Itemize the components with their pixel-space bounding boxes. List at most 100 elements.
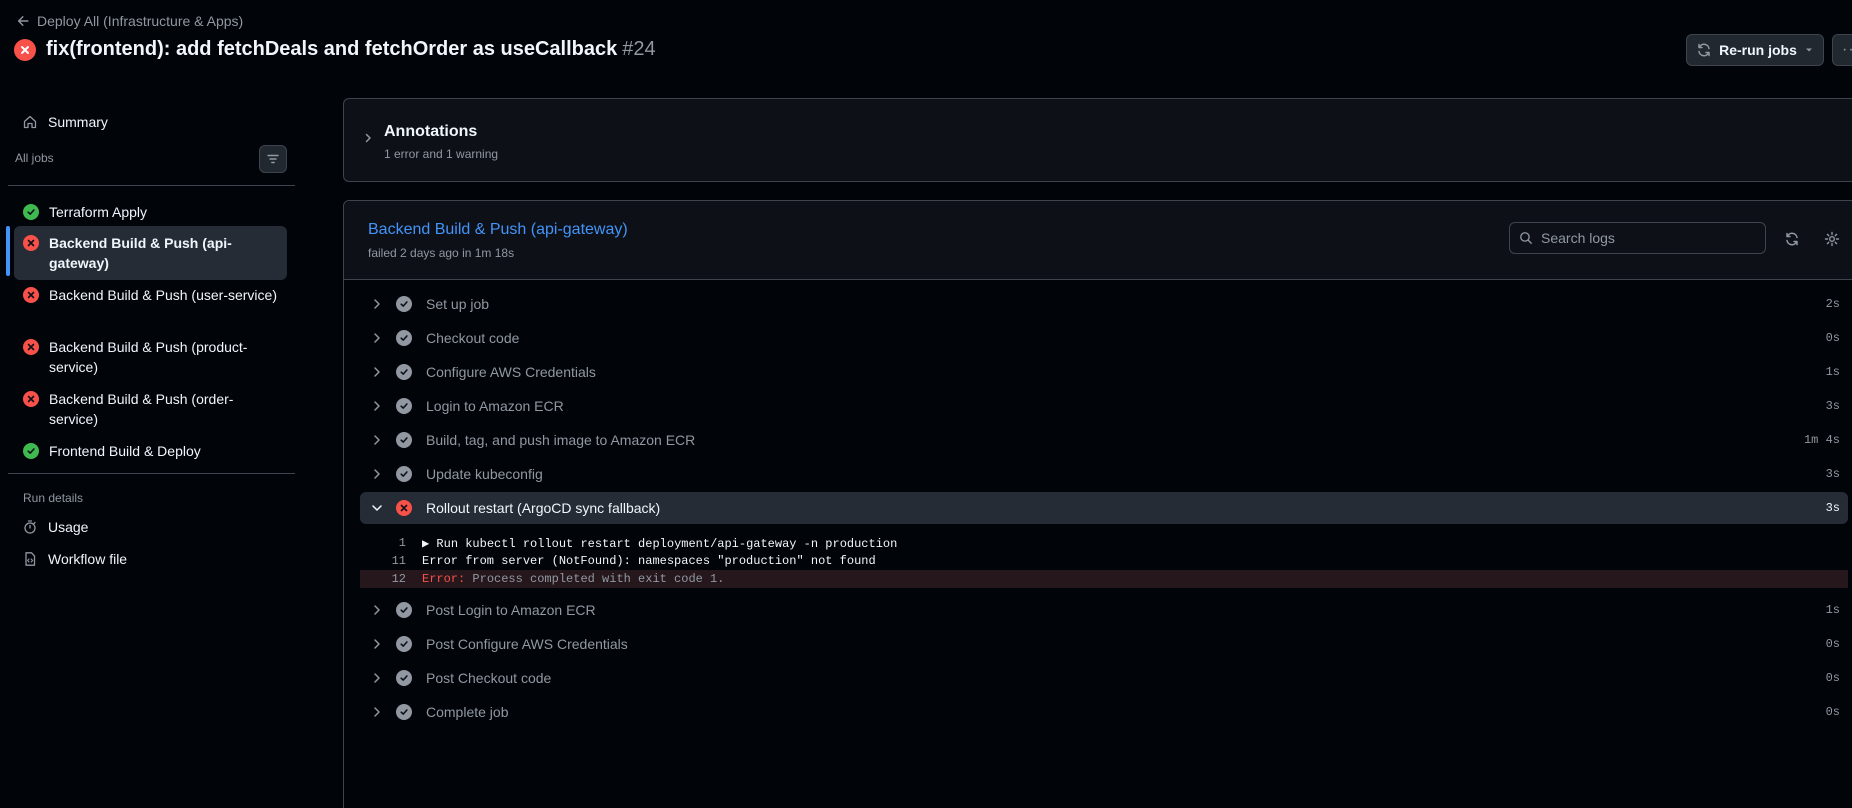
file-code-icon: [25, 552, 36, 566]
home-icon: [23, 115, 37, 129]
step-duration: 0s: [1825, 331, 1840, 345]
rerun-jobs-button[interactable]: Re-run jobs: [1686, 34, 1824, 66]
step-name: Build, tag, and push image to Amazon ECR: [426, 432, 696, 448]
caret-down-icon: [1805, 48, 1812, 52]
failure-x-icon: [23, 235, 39, 251]
sidebar-job-api-gateway[interactable]: Backend Build & Push (api-gateway): [14, 226, 287, 280]
step-duration: 3s: [1825, 399, 1840, 413]
search-logs-input[interactable]: [1541, 230, 1751, 246]
step-duration: 1s: [1825, 365, 1840, 379]
step-post-checkout-code[interactable]: Post Checkout code 0s: [360, 662, 1848, 694]
step-login-to-amazon-ecr[interactable]: Login to Amazon ECR 3s: [360, 390, 1848, 422]
job-label: Backend Build & Push (order-service): [49, 391, 234, 427]
check-circle-icon: [396, 704, 412, 720]
page-title: fix(frontend): add fetchDeals and fetchO…: [46, 38, 656, 61]
step-name: Complete job: [426, 704, 509, 720]
rerun-jobs-label: Re-run jobs: [1719, 42, 1797, 58]
job-title-link[interactable]: Backend Build & Push (api-gateway): [368, 221, 628, 239]
sidebar-divider: [8, 473, 295, 474]
check-circle-icon: [396, 636, 412, 652]
sidebar-item-summary[interactable]: Summary: [14, 106, 286, 138]
run-title: fix(frontend): add fetchDeals and fetchO…: [46, 38, 618, 60]
chevron-down-icon: [372, 505, 382, 511]
step-set-up-job[interactable]: Set up job 2s: [360, 288, 1848, 320]
page-title-row: fix(frontend): add fetchDeals and fetchO…: [14, 38, 656, 61]
job-label: Backend Build & Push (api-gateway): [49, 235, 232, 271]
step-duration: 3s: [1825, 501, 1840, 515]
sidebar-job-product-service[interactable]: Backend Build & Push (product-service): [14, 330, 287, 384]
sync-icon: [1786, 232, 1798, 246]
step-post-login-to-amazon-ecr[interactable]: Post Login to Amazon ECR 1s: [360, 594, 1848, 626]
step-complete-job[interactable]: Complete job 0s: [360, 696, 1848, 728]
job-meta: failed 2 days ago in 1m 18s: [368, 246, 515, 260]
sidebar-job-user-service[interactable]: Backend Build & Push (user-service): [14, 278, 287, 312]
job-log-panel: Backend Build & Push (api-gateway) faile…: [343, 200, 1852, 808]
job-label: Terraform Apply: [49, 204, 148, 220]
step-build-tag-push[interactable]: Build, tag, and push image to Amazon ECR…: [360, 424, 1848, 456]
step-duration: 0s: [1825, 705, 1840, 719]
run-details-label: Run details: [23, 491, 84, 505]
log-settings-button[interactable]: [1822, 229, 1842, 249]
log-line-text: Error: Process completed with exit code …: [422, 572, 724, 586]
back-to-workflow-link[interactable]: Deploy All (Infrastructure & Apps): [16, 12, 243, 30]
step-post-configure-aws-credentials[interactable]: Post Configure AWS Credentials 0s: [360, 628, 1848, 660]
step-update-kubeconfig[interactable]: Update kubeconfig 3s: [360, 458, 1848, 490]
log-line-text: Error from server (NotFound): namespaces…: [422, 554, 876, 568]
step-configure-aws-credentials[interactable]: Configure AWS Credentials 1s: [360, 356, 1848, 388]
chevron-right-icon: [365, 133, 371, 143]
sidebar-item-label: Usage: [48, 519, 89, 535]
step-duration: 1m 4s: [1803, 433, 1840, 447]
kebab-horizontal-icon: ···: [1842, 41, 1852, 58]
step-name: Update kubeconfig: [426, 466, 543, 482]
chevron-right-icon: [374, 639, 380, 649]
step-duration: 2s: [1825, 297, 1840, 311]
failure-status-icon: [14, 38, 36, 61]
chevron-right-icon: [374, 401, 380, 411]
filter-jobs-button[interactable]: [259, 145, 287, 173]
active-job-indicator: [6, 226, 10, 276]
step-rollout-restart[interactable]: Rollout restart (ArgoCD sync fallback) 3…: [360, 492, 1848, 524]
step-name: Post Checkout code: [426, 670, 552, 686]
log-line[interactable]: 11 Error from server (NotFound): namespa…: [360, 552, 1848, 570]
more-options-button[interactable]: ···: [1832, 34, 1852, 66]
gear-icon: [1824, 231, 1840, 247]
check-circle-icon: [396, 466, 412, 482]
error-message: Process completed with exit code 1.: [465, 572, 725, 586]
job-label: Frontend Build & Deploy: [49, 443, 201, 459]
step-duration: 1s: [1825, 603, 1840, 617]
check-circle-icon: [396, 602, 412, 618]
failure-x-icon: [23, 339, 39, 355]
failure-x-icon: [23, 391, 39, 407]
search-logs-field[interactable]: [1509, 222, 1766, 254]
filter-icon: [267, 154, 279, 164]
chevron-right-icon: [374, 605, 380, 615]
chevron-right-icon: [374, 707, 380, 717]
step-checkout-code[interactable]: Checkout code 0s: [360, 322, 1848, 354]
error-label: Error:: [422, 572, 466, 586]
log-line-text: ▶ Run kubectl rollout restart deployment…: [422, 536, 898, 551]
check-circle-icon: [396, 364, 412, 380]
sidebar-item-usage[interactable]: Usage: [14, 511, 286, 543]
annotations-panel[interactable]: Annotations 1 error and 1 warning: [343, 98, 1852, 182]
step-name: Configure AWS Credentials: [426, 364, 596, 380]
back-link-label: Deploy All (Infrastructure & Apps): [37, 13, 244, 29]
log-line-error[interactable]: 12 Error: Process completed with exit co…: [360, 570, 1848, 588]
check-circle-icon: [396, 670, 412, 686]
sidebar-item-label: Summary: [48, 114, 108, 130]
chevron-right-icon: [374, 673, 380, 683]
job-log-header: Backend Build & Push (api-gateway) faile…: [344, 201, 1852, 280]
step-duration: 0s: [1825, 637, 1840, 651]
page-header: Deploy All (Infrastructure & Apps) fix(f…: [0, 0, 1852, 80]
success-check-icon: [23, 204, 39, 220]
refresh-logs-button[interactable]: [1782, 229, 1802, 249]
sidebar-job-terraform-apply[interactable]: Terraform Apply: [14, 195, 287, 229]
step-name: Post Configure AWS Credentials: [426, 636, 628, 652]
sidebar-divider: [8, 185, 295, 186]
job-label: Backend Build & Push (user-service): [49, 287, 277, 303]
sidebar-job-frontend-build-deploy[interactable]: Frontend Build & Deploy: [14, 434, 287, 468]
chevron-right-icon: [374, 367, 380, 377]
log-line[interactable]: 1 ▶ Run kubectl rollout restart deployme…: [360, 534, 1848, 552]
success-check-icon: [23, 443, 39, 459]
sidebar-item-workflow-file[interactable]: Workflow file: [14, 543, 286, 575]
sidebar-job-order-service[interactable]: Backend Build & Push (order-service): [14, 382, 287, 436]
